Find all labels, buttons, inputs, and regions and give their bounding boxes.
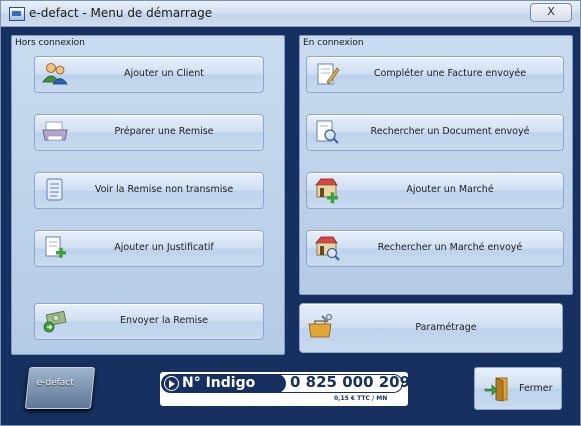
search-market-button[interactable]: Rechercher un Marché envoyé [306, 230, 564, 267]
printer-icon [42, 121, 68, 141]
search-market-icon [315, 236, 340, 261]
indigo-phone-number: 0 825 000 209 [290, 373, 411, 391]
online-panel: En connexion Compléter une Facture envoy… [299, 35, 573, 295]
add-market-icon [315, 178, 338, 204]
add-document-icon [45, 236, 66, 258]
close-button-label: Fermer [519, 383, 553, 394]
play-arrow-icon [164, 376, 179, 391]
view-untransmitted-remittance-label: Voir la Remise non transmise [94, 184, 234, 195]
add-client-button[interactable]: Ajouter un Client [34, 56, 264, 93]
add-market-button[interactable]: Ajouter un Marché [306, 172, 564, 209]
prepare-remittance-label: Préparer une Remise [114, 126, 214, 137]
send-remittance-button[interactable]: Envoyer la Remise [34, 303, 264, 340]
add-voucher-label: Ajouter un Justificatif [114, 242, 214, 253]
main-area: Hors connexion Ajouter un Client Prépare… [11, 35, 573, 417]
app-icon [9, 7, 25, 21]
users-icon [42, 63, 68, 85]
view-untransmitted-remittance-button[interactable]: Voir la Remise non transmise [34, 172, 264, 209]
search-market-label: Rechercher un Marché envoyé [377, 242, 523, 253]
toolbox-icon [308, 313, 333, 338]
settings-button[interactable]: Paramétrage [299, 303, 563, 353]
exit-door-icon [484, 377, 508, 402]
add-client-label: Ajouter un Client [123, 68, 205, 79]
title-bar[interactable]: e-defact - Menu de démarrage X [1, 1, 580, 27]
close-button[interactable]: Fermer [474, 367, 562, 410]
prepare-remittance-button[interactable]: Préparer une Remise [34, 114, 264, 151]
window-title: e-defact - Menu de démarrage [29, 6, 213, 20]
app-window: e-defact - Menu de démarrage X Hors conn… [0, 0, 581, 426]
send-money-icon [43, 310, 67, 333]
indigo-brand: N° Indigo [182, 375, 256, 391]
scroll-document-icon [46, 178, 63, 201]
settings-label: Paramétrage [415, 322, 477, 333]
e-defact-logo: e-defact [24, 367, 96, 409]
indigo-price: 0,15 € TTC / MN [334, 395, 388, 402]
search-document-label: Rechercher un Document envoyé [370, 126, 530, 137]
edit-invoice-icon [317, 63, 340, 85]
logo-text: e-defact [36, 378, 75, 388]
window-close-button[interactable]: X [530, 3, 572, 22]
search-document-button[interactable]: Rechercher un Document envoyé [306, 114, 564, 151]
online-panel-label: En connexion [303, 38, 364, 48]
offline-panel-label: Hors connexion [15, 38, 85, 48]
indigo-number-banner: N° Indigo 0 825 000 209 0,15 € TTC / MN [160, 372, 411, 406]
offline-panel: Hors connexion Ajouter un Client Prépare… [11, 35, 285, 355]
add-voucher-button[interactable]: Ajouter un Justificatif [34, 230, 264, 267]
send-remittance-label: Envoyer la Remise [119, 315, 209, 326]
add-market-label: Ajouter un Marché [406, 184, 494, 195]
search-document-icon [316, 120, 339, 144]
complete-invoice-button[interactable]: Compléter une Facture envoyée [306, 56, 564, 93]
complete-invoice-label: Compléter une Facture envoyée [373, 68, 527, 79]
